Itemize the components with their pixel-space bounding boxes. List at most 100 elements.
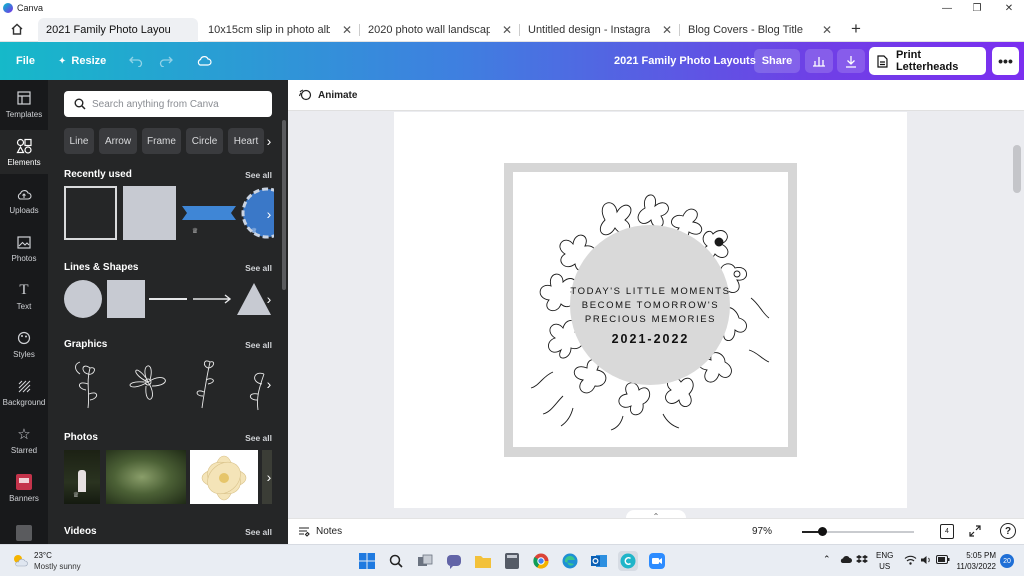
see-all-recent-link[interactable]: See all [245,170,272,180]
fullscreen-button[interactable] [968,524,982,538]
resize-button[interactable]: ✦ Resize [58,42,106,80]
recent-square-shape[interactable] [123,186,176,240]
photo-thumb-leaves[interactable] [106,450,186,504]
system-clock[interactable]: 5:05 PM 11/03/2022 [954,551,996,571]
insights-button[interactable] [805,49,833,73]
windows-start-icon[interactable] [357,551,377,571]
rail-item-styles[interactable]: Styles [0,322,48,366]
teams-chat-icon[interactable] [444,551,464,571]
new-tab-button[interactable]: + [846,19,866,39]
shape-circle[interactable] [64,280,102,318]
tab-untitled-instagram[interactable]: Untitled design - Instagram ✕ [520,18,678,42]
weather-condition[interactable]: Mostly sunny [34,562,81,571]
maximize-button[interactable]: ❐ [962,0,992,16]
notes-button[interactable]: Notes [298,525,342,537]
undo-button[interactable] [126,51,146,71]
see-all-graphics-link[interactable]: See all [245,340,272,350]
close-icon[interactable]: ✕ [822,23,832,37]
home-button[interactable] [4,19,30,39]
weather-sun-icon[interactable] [12,553,28,569]
chip-arrow[interactable]: Arrow [99,128,137,154]
tab-family-photo-layouts[interactable]: 2021 Family Photo Layouts [38,18,198,42]
animate-button[interactable]: Animate [298,88,357,102]
canva-taskbar-icon[interactable] [618,551,638,571]
help-button[interactable]: ? [1000,523,1016,539]
tab-photo-wall-landscape[interactable]: 2020 photo wall landscape ✕ [360,18,518,42]
notification-badge[interactable]: 20 [1000,554,1014,568]
photo-thumb-person[interactable] [64,450,100,504]
photo-frame-border[interactable]: TODAY'S LITTLE MOMENTS BECOME TOMORROW'S… [504,163,797,457]
close-icon[interactable]: ✕ [662,23,672,37]
recent-square-frame[interactable] [64,186,117,240]
graphic-flower-sketch-2[interactable] [120,354,176,410]
weather-temperature[interactable]: 23°C [34,551,52,560]
chip-circle[interactable]: Circle [186,128,223,154]
shape-square[interactable] [107,280,145,318]
zoom-level[interactable]: 97% [752,526,772,537]
chip-line[interactable]: Line [64,128,94,154]
rail-item-templates[interactable]: Templates [0,82,48,126]
quote-text-block[interactable]: TODAY'S LITTLE MOMENTS BECOME TOMORROW'S… [513,285,788,327]
print-letterheads-button[interactable]: Print Letterheads [869,47,986,75]
rail-item-banners[interactable]: Banners [0,466,48,510]
panel-scrollbar[interactable] [282,120,286,290]
shape-arrow[interactable] [193,289,233,309]
chrome-icon[interactable] [531,551,551,571]
chevron-right-icon[interactable]: › [262,467,276,487]
minimize-button[interactable]: — [932,0,962,16]
page-count-button[interactable]: 4 [940,524,954,539]
rail-item-elements[interactable]: Elements [0,130,48,174]
see-all-lines-link[interactable]: See all [245,263,272,273]
see-all-photos-link[interactable]: See all [245,433,272,443]
chevron-right-icon[interactable]: › [262,289,276,309]
canvas-scrollbar[interactable] [1013,145,1021,193]
search-icon[interactable] [386,551,406,571]
cloud-sync-button[interactable] [194,51,214,71]
task-view-icon[interactable] [415,551,435,571]
tab-blog-covers[interactable]: Blog Covers - Blog Title ✕ [680,18,838,42]
battery-icon[interactable] [936,555,950,564]
see-all-videos-link[interactable]: See all [245,527,272,537]
chevron-up-icon[interactable]: ⌃ [823,554,831,565]
close-window-button[interactable]: ✕ [994,0,1024,16]
rail-item-photos[interactable]: Photos [0,226,48,270]
input-language[interactable]: ENG US [876,551,893,571]
shape-line[interactable] [149,298,187,300]
search-box[interactable] [64,91,272,117]
file-explorer-icon[interactable] [473,551,493,571]
chevron-right-icon[interactable]: › [262,204,276,224]
photo-thumb-flower[interactable] [190,450,258,504]
download-button[interactable] [837,49,865,73]
close-icon[interactable]: ✕ [342,23,352,37]
onedrive-cloud-icon[interactable] [840,555,852,565]
redo-button[interactable] [156,51,176,71]
outlook-icon[interactable] [589,551,609,571]
more-options-button[interactable]: ••• [992,47,1019,75]
chip-heart[interactable]: Heart [228,128,264,154]
file-menu-button[interactable]: File [16,42,35,80]
chip-frame[interactable]: Frame [142,128,181,154]
edge-icon[interactable] [560,551,580,571]
rail-item-starred[interactable]: ☆ Starred [0,418,48,462]
rail-item-uploads[interactable]: Uploads [0,178,48,222]
document-title[interactable]: 2021 Family Photo Layouts [614,42,756,80]
volume-icon[interactable] [920,555,932,565]
zoom-video-icon[interactable] [647,551,667,571]
zoom-slider-thumb[interactable] [818,527,828,536]
tab-slip-photo-album[interactable]: 10x15cm slip in photo album ✕ [200,18,358,42]
years-text[interactable]: 2021-2022 [513,332,788,346]
share-button[interactable]: Share [754,49,800,73]
rail-item-text[interactable]: T Text [0,274,48,318]
rail-item-background[interactable]: Background [0,370,48,414]
chevron-right-icon[interactable]: › [262,374,276,394]
dropbox-icon[interactable] [856,555,868,565]
chevron-right-icon[interactable]: › [262,131,276,151]
graphic-flower-sketch-1[interactable] [68,354,110,410]
wifi-icon[interactable] [904,555,917,565]
close-icon[interactable]: ✕ [502,23,512,37]
search-input[interactable] [92,98,262,110]
graphic-flower-sketch-3[interactable] [188,354,224,410]
zoom-slider[interactable] [802,527,914,536]
calculator-icon[interactable] [502,551,522,571]
design-page[interactable]: TODAY'S LITTLE MOMENTS BECOME TOMORROW'S… [394,112,907,508]
